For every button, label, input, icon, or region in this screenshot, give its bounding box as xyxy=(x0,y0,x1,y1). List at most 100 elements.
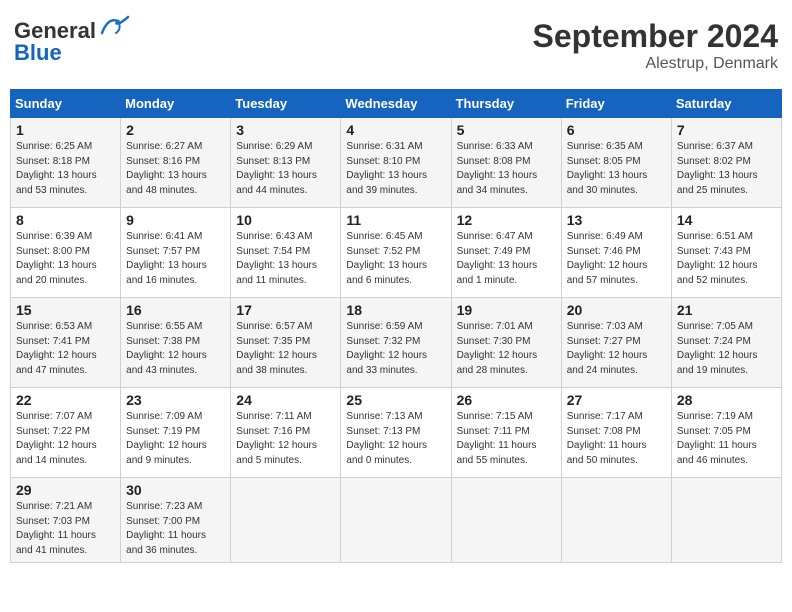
day-info: Sunrise: 6:43 AMSunset: 7:54 PMDaylight:… xyxy=(236,231,317,286)
calendar-cell: 14 Sunrise: 6:51 AMSunset: 7:43 PMDaylig… xyxy=(671,208,781,298)
calendar-cell: 3 Sunrise: 6:29 AMSunset: 8:13 PMDayligh… xyxy=(231,118,341,208)
day-info: Sunrise: 7:13 AMSunset: 7:13 PMDaylight:… xyxy=(346,411,427,466)
day-info: Sunrise: 7:15 AMSunset: 7:11 PMDaylight:… xyxy=(457,411,537,466)
day-number: 29 xyxy=(16,482,115,498)
day-number: 13 xyxy=(567,212,666,228)
calendar-cell: 5 Sunrise: 6:33 AMSunset: 8:08 PMDayligh… xyxy=(451,118,561,208)
calendar-cell: 4 Sunrise: 6:31 AMSunset: 8:10 PMDayligh… xyxy=(341,118,451,208)
day-number: 18 xyxy=(346,302,445,318)
day-number: 1 xyxy=(16,122,115,138)
calendar-cell: 7 Sunrise: 6:37 AMSunset: 8:02 PMDayligh… xyxy=(671,118,781,208)
day-number: 16 xyxy=(126,302,225,318)
header-thursday: Thursday xyxy=(451,90,561,118)
day-info: Sunrise: 6:35 AMSunset: 8:05 PMDaylight:… xyxy=(567,141,648,196)
calendar-cell: 13 Sunrise: 6:49 AMSunset: 7:46 PMDaylig… xyxy=(561,208,671,298)
day-number: 20 xyxy=(567,302,666,318)
logo: General Blue xyxy=(14,18,130,66)
calendar-cell: 18 Sunrise: 6:59 AMSunset: 7:32 PMDaylig… xyxy=(341,298,451,388)
day-number: 19 xyxy=(457,302,556,318)
calendar-cell: 28 Sunrise: 7:19 AMSunset: 7:05 PMDaylig… xyxy=(671,388,781,478)
day-info: Sunrise: 7:21 AMSunset: 7:03 PMDaylight:… xyxy=(16,501,96,556)
calendar-cell xyxy=(561,478,671,563)
day-number: 24 xyxy=(236,392,335,408)
header-monday: Monday xyxy=(121,90,231,118)
day-number: 17 xyxy=(236,302,335,318)
calendar-cell xyxy=(451,478,561,563)
day-number: 2 xyxy=(126,122,225,138)
day-info: Sunrise: 6:39 AMSunset: 8:00 PMDaylight:… xyxy=(16,231,97,286)
day-info: Sunrise: 6:33 AMSunset: 8:08 PMDaylight:… xyxy=(457,141,538,196)
calendar-cell: 24 Sunrise: 7:11 AMSunset: 7:16 PMDaylig… xyxy=(231,388,341,478)
header-wednesday: Wednesday xyxy=(341,90,451,118)
day-info: Sunrise: 6:51 AMSunset: 7:43 PMDaylight:… xyxy=(677,231,758,286)
day-number: 7 xyxy=(677,122,776,138)
day-info: Sunrise: 7:09 AMSunset: 7:19 PMDaylight:… xyxy=(126,411,207,466)
calendar-cell: 26 Sunrise: 7:15 AMSunset: 7:11 PMDaylig… xyxy=(451,388,561,478)
calendar-table: SundayMondayTuesdayWednesdayThursdayFrid… xyxy=(10,89,782,563)
day-number: 27 xyxy=(567,392,666,408)
day-info: Sunrise: 6:27 AMSunset: 8:16 PMDaylight:… xyxy=(126,141,207,196)
calendar-cell xyxy=(671,478,781,563)
day-number: 5 xyxy=(457,122,556,138)
day-info: Sunrise: 7:01 AMSunset: 7:30 PMDaylight:… xyxy=(457,321,538,376)
header-saturday: Saturday xyxy=(671,90,781,118)
calendar-cell: 9 Sunrise: 6:41 AMSunset: 7:57 PMDayligh… xyxy=(121,208,231,298)
day-number: 23 xyxy=(126,392,225,408)
day-info: Sunrise: 7:05 AMSunset: 7:24 PMDaylight:… xyxy=(677,321,758,376)
header-friday: Friday xyxy=(561,90,671,118)
day-number: 10 xyxy=(236,212,335,228)
logo-bird-icon xyxy=(98,15,130,37)
day-info: Sunrise: 6:45 AMSunset: 7:52 PMDaylight:… xyxy=(346,231,427,286)
day-info: Sunrise: 6:53 AMSunset: 7:41 PMDaylight:… xyxy=(16,321,97,376)
calendar-header-row: SundayMondayTuesdayWednesdayThursdayFrid… xyxy=(11,90,782,118)
day-info: Sunrise: 6:25 AMSunset: 8:18 PMDaylight:… xyxy=(16,141,97,196)
day-info: Sunrise: 7:19 AMSunset: 7:05 PMDaylight:… xyxy=(677,411,757,466)
location: Alestrup, Denmark xyxy=(533,55,778,73)
calendar-cell: 6 Sunrise: 6:35 AMSunset: 8:05 PMDayligh… xyxy=(561,118,671,208)
day-number: 4 xyxy=(346,122,445,138)
header-tuesday: Tuesday xyxy=(231,90,341,118)
day-info: Sunrise: 7:17 AMSunset: 7:08 PMDaylight:… xyxy=(567,411,647,466)
calendar-cell: 2 Sunrise: 6:27 AMSunset: 8:16 PMDayligh… xyxy=(121,118,231,208)
day-number: 22 xyxy=(16,392,115,408)
calendar-cell: 1 Sunrise: 6:25 AMSunset: 8:18 PMDayligh… xyxy=(11,118,121,208)
calendar-cell: 15 Sunrise: 6:53 AMSunset: 7:41 PMDaylig… xyxy=(11,298,121,388)
day-number: 3 xyxy=(236,122,335,138)
day-info: Sunrise: 7:23 AMSunset: 7:00 PMDaylight:… xyxy=(126,501,206,556)
logo-text-blue: Blue xyxy=(14,40,62,66)
calendar-cell: 12 Sunrise: 6:47 AMSunset: 7:49 PMDaylig… xyxy=(451,208,561,298)
calendar-cell: 19 Sunrise: 7:01 AMSunset: 7:30 PMDaylig… xyxy=(451,298,561,388)
day-info: Sunrise: 6:47 AMSunset: 7:49 PMDaylight:… xyxy=(457,231,538,286)
day-info: Sunrise: 6:37 AMSunset: 8:02 PMDaylight:… xyxy=(677,141,758,196)
day-info: Sunrise: 6:59 AMSunset: 7:32 PMDaylight:… xyxy=(346,321,427,376)
calendar-cell: 30 Sunrise: 7:23 AMSunset: 7:00 PMDaylig… xyxy=(121,478,231,563)
calendar-cell: 25 Sunrise: 7:13 AMSunset: 7:13 PMDaylig… xyxy=(341,388,451,478)
day-number: 21 xyxy=(677,302,776,318)
day-number: 25 xyxy=(346,392,445,408)
day-number: 9 xyxy=(126,212,225,228)
header-sunday: Sunday xyxy=(11,90,121,118)
calendar-cell: 16 Sunrise: 6:55 AMSunset: 7:38 PMDaylig… xyxy=(121,298,231,388)
calendar-cell: 27 Sunrise: 7:17 AMSunset: 7:08 PMDaylig… xyxy=(561,388,671,478)
day-info: Sunrise: 6:41 AMSunset: 7:57 PMDaylight:… xyxy=(126,231,207,286)
day-info: Sunrise: 7:03 AMSunset: 7:27 PMDaylight:… xyxy=(567,321,648,376)
day-number: 30 xyxy=(126,482,225,498)
day-info: Sunrise: 7:11 AMSunset: 7:16 PMDaylight:… xyxy=(236,411,317,466)
day-number: 15 xyxy=(16,302,115,318)
calendar-cell: 23 Sunrise: 7:09 AMSunset: 7:19 PMDaylig… xyxy=(121,388,231,478)
day-info: Sunrise: 6:31 AMSunset: 8:10 PMDaylight:… xyxy=(346,141,427,196)
calendar-cell: 10 Sunrise: 6:43 AMSunset: 7:54 PMDaylig… xyxy=(231,208,341,298)
day-number: 14 xyxy=(677,212,776,228)
calendar-cell: 11 Sunrise: 6:45 AMSunset: 7:52 PMDaylig… xyxy=(341,208,451,298)
day-info: Sunrise: 6:57 AMSunset: 7:35 PMDaylight:… xyxy=(236,321,317,376)
day-number: 6 xyxy=(567,122,666,138)
header: General Blue September 2024 Alestrup, De… xyxy=(10,10,782,81)
calendar-cell: 22 Sunrise: 7:07 AMSunset: 7:22 PMDaylig… xyxy=(11,388,121,478)
month-title: September 2024 xyxy=(533,18,778,55)
day-number: 28 xyxy=(677,392,776,408)
calendar-cell xyxy=(341,478,451,563)
day-info: Sunrise: 7:07 AMSunset: 7:22 PMDaylight:… xyxy=(16,411,97,466)
calendar-cell xyxy=(231,478,341,563)
calendar-cell: 21 Sunrise: 7:05 AMSunset: 7:24 PMDaylig… xyxy=(671,298,781,388)
title-area: September 2024 Alestrup, Denmark xyxy=(533,18,778,73)
